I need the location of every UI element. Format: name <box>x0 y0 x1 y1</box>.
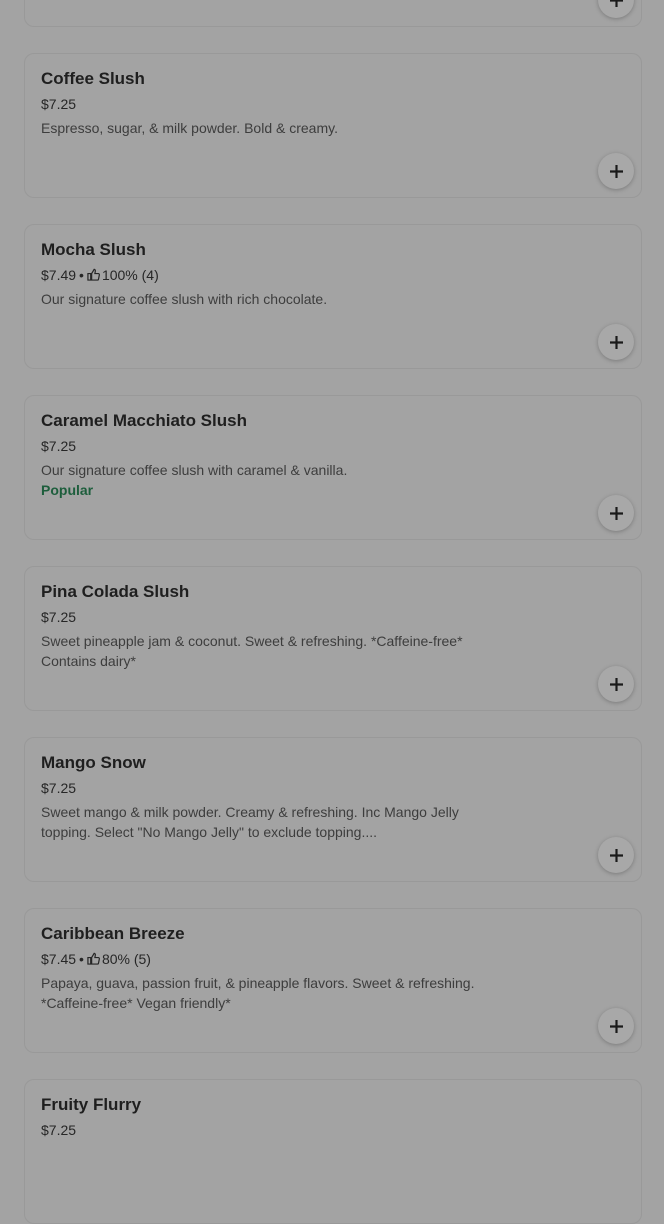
plus-icon <box>609 164 623 178</box>
menu-item-meta: $7.49 • 100% (4) <box>41 267 159 283</box>
menu-item-card[interactable]: Coffee Slush $7.25 Espresso, sugar, & mi… <box>24 53 642 198</box>
menu-item-description: Papaya, guava, passion fruit, & pineappl… <box>41 975 475 1011</box>
menu-item-price: $7.25 <box>41 609 77 625</box>
add-to-cart-button[interactable] <box>598 837 634 873</box>
menu-item-price: $7.25 <box>41 96 77 112</box>
add-to-cart-button[interactable] <box>598 324 634 360</box>
menu-item-title: Mango Snow <box>41 753 146 772</box>
menu-item-description: Sweet pineapple jam & coconut. Sweet & r… <box>41 633 463 669</box>
menu-item-description: Sweet mango & milk powder. Creamy & refr… <box>41 804 459 840</box>
menu-item-description: Our signature coffee slush with caramel … <box>41 462 348 478</box>
menu-item-card-partial[interactable] <box>24 0 642 27</box>
plus-icon <box>609 677 623 691</box>
menu-item-card[interactable]: Mango Snow $7.25 Sweet mango & milk powd… <box>24 737 642 882</box>
menu-item-price: $7.45 <box>41 951 77 967</box>
thumbs-up-icon <box>87 952 100 965</box>
add-to-cart-button[interactable] <box>598 1008 634 1044</box>
plus-icon <box>609 848 623 862</box>
menu-item-rating: 80% (5) <box>101 951 151 967</box>
meta-separator: • <box>79 267 84 283</box>
add-to-cart-button[interactable] <box>598 153 634 189</box>
meta-separator: • <box>79 951 84 967</box>
menu-item-card[interactable]: Mocha Slush $7.49 • 100% (4) Our signature… <box>24 224 642 369</box>
menu-item-description: Our signature coffee slush with rich cho… <box>41 291 328 307</box>
menu-item-description: Espresso, sugar, & milk powder. Bold & c… <box>41 120 338 136</box>
menu-item-title: Caribbean Breeze <box>41 924 185 943</box>
plus-icon <box>609 506 623 520</box>
thumbs-up-icon <box>87 268 100 281</box>
add-to-cart-button[interactable] <box>598 666 634 702</box>
menu-item-card[interactable]: Pina Colada Slush $7.25 Sweet pineapple … <box>24 566 642 711</box>
menu-item-rating: 100% (4) <box>101 267 159 283</box>
plus-icon <box>609 335 623 349</box>
menu-item-card[interactable]: Caramel Macchiato Slush $7.25 Our signat… <box>24 395 642 540</box>
plus-icon <box>609 1019 623 1033</box>
menu-item-price: $7.25 <box>41 438 77 454</box>
popular-badge: Popular <box>41 482 94 498</box>
menu-item-price: $7.25 <box>41 780 77 796</box>
add-to-cart-button[interactable] <box>598 0 634 18</box>
menu-item-meta: $7.45 • 80% (5) <box>41 951 151 967</box>
add-to-cart-button[interactable] <box>598 495 634 531</box>
menu-item-title: Mocha Slush <box>41 240 146 259</box>
plus-icon <box>609 0 623 7</box>
menu-item-title: Pina Colada Slush <box>41 582 190 601</box>
menu-item-price: $7.49 <box>41 267 77 283</box>
menu-item-card[interactable]: Fruity Flurry $7.25 <box>24 1079 642 1224</box>
menu-item-title: Coffee Slush <box>41 69 145 88</box>
menu-item-title: Caramel Macchiato Slush <box>41 411 247 430</box>
menu-item-price: $7.25 <box>41 1122 77 1138</box>
menu-item-card[interactable]: Caribbean Breeze $7.45 • 80% (5) Papaya, g… <box>24 908 642 1053</box>
menu-item-title: Fruity Flurry <box>41 1095 142 1114</box>
